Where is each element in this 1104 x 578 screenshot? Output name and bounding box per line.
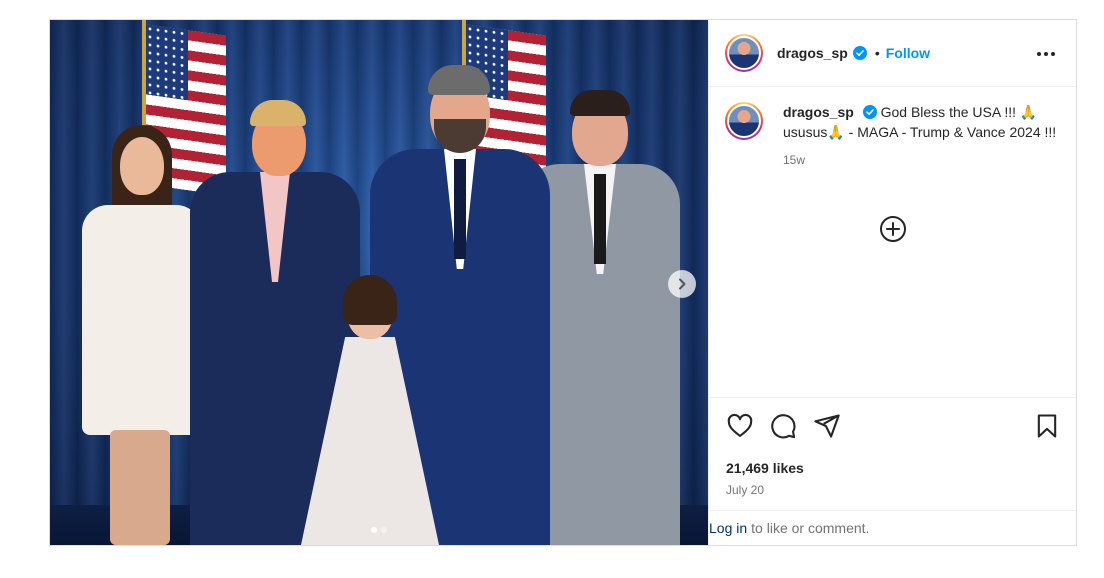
next-photo-button[interactable] [668,270,696,298]
post-header: dragos_sp • Follow [709,20,1076,87]
post-date: July 20 [726,483,765,497]
login-prompt-text: to like or comment. [751,520,870,536]
person-girl [295,275,445,545]
instagram-post: dragos_sp • Follow dragos_sp God Bless t… [49,19,1077,546]
timestamp: 15w [783,153,806,167]
caption-avatar[interactable] [725,102,763,140]
send-icon[interactable] [813,412,841,445]
action-bar [709,397,1076,467]
login-link[interactable]: Log in [709,520,747,536]
post-side-panel: dragos_sp • Follow dragos_sp God Bless t… [708,20,1076,545]
caption-body: dragos_sp God Bless the USA !!! 🙏 usus​u… [783,102,1065,170]
bookmark-icon[interactable] [1033,412,1061,445]
separator: • [874,45,880,61]
carousel-dot-active [371,527,377,533]
comment-icon[interactable] [769,412,797,445]
heart-icon[interactable] [726,412,754,445]
chevron-right-icon [679,278,686,290]
post-photo[interactable] [50,20,708,545]
follow-button[interactable]: Follow [886,45,930,61]
add-circle-icon[interactable] [879,215,907,248]
login-prompt: Log in to like or comment. [709,510,1076,545]
username[interactable]: dragos_sp [777,45,848,61]
likes-count[interactable]: 21,469 likes [726,460,804,476]
more-options-icon[interactable] [1036,44,1056,69]
caption: dragos_sp God Bless the USA !!! 🙏 usus​u… [725,102,1065,170]
verified-badge-icon [862,105,877,119]
caption-username[interactable]: dragos_sp [783,104,854,120]
verified-badge-icon [852,46,867,60]
carousel-indicator [50,527,708,533]
carousel-dot [381,527,387,533]
avatar[interactable] [725,34,763,72]
